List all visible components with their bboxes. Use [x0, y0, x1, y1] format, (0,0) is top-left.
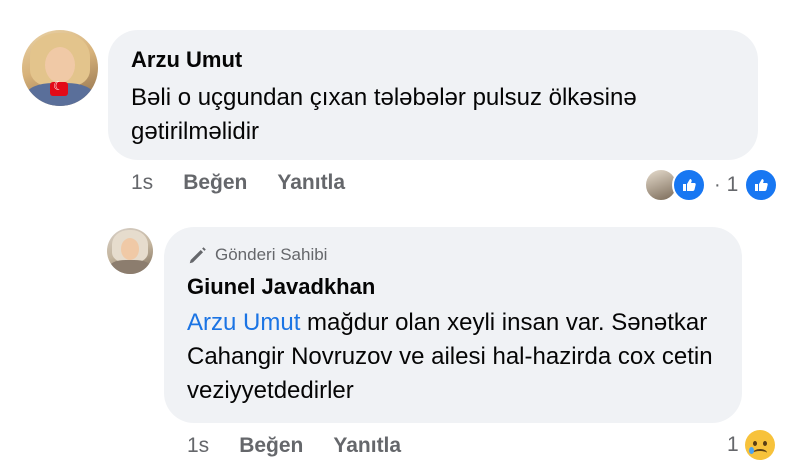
avatar-body	[109, 260, 151, 274]
like-button[interactable]: Beğen	[239, 434, 303, 458]
comment-actions: 1s Beğen Yanıtla	[131, 171, 345, 195]
reply-author[interactable]: Giunel Javadkhan	[187, 274, 375, 300]
like-icon	[672, 168, 706, 202]
pen-icon	[189, 247, 206, 264]
post-owner-label: Gönderi Sahibi	[215, 245, 328, 264]
like-icon	[744, 168, 779, 202]
avatar-giunel-javadkhan[interactable]	[107, 228, 153, 274]
reply-text: Arzu Umut mağdur olan xeyli insan var. S…	[187, 306, 727, 408]
mention-link[interactable]: Arzu Umut	[187, 309, 300, 336]
turkey-flag-icon	[50, 79, 68, 96]
sad-reaction-icon	[744, 430, 775, 460]
comment-text: Bəli o uçgundan çıxan tələbələr pulsuz ö…	[131, 84, 637, 145]
reaction-separator: ·	[714, 173, 721, 196]
avatar-face	[44, 46, 76, 84]
reaction-count: 1	[727, 433, 739, 456]
reply-time[interactable]: 1s	[187, 434, 209, 458]
reply-button[interactable]: Yanıtla	[333, 434, 401, 458]
reaction-count: 1	[726, 173, 739, 196]
post-owner-badge: Gönderi Sahibi	[187, 244, 327, 266]
reply-reactions[interactable]: 1	[727, 430, 775, 460]
comment-reactions[interactable]: · 1	[644, 168, 779, 202]
like-button[interactable]: Beğen	[183, 171, 247, 195]
reply-actions: 1s Beğen Yanıtla	[187, 434, 401, 458]
avatar-arzu-umut[interactable]	[22, 30, 98, 106]
comment-author[interactable]: Arzu Umut	[131, 47, 242, 73]
comment-time[interactable]: 1s	[131, 171, 153, 195]
reply-button[interactable]: Yanıtla	[277, 171, 345, 195]
